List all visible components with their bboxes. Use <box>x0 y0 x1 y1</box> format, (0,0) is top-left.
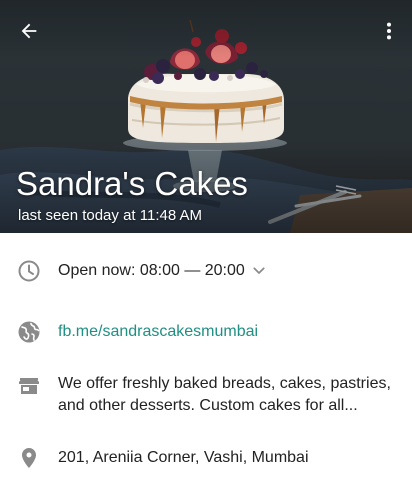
website-row[interactable]: fb.me/sandrascakesmumbai <box>0 313 412 353</box>
business-info-list: Open now: 08:00 — 20:00 fb.me/sandrascak… <box>0 233 412 483</box>
address-row[interactable]: 201, Areniia Corner, Vashi, Mumbai <box>0 441 412 473</box>
clock-icon <box>16 258 42 284</box>
arrow-left-icon <box>21 23 37 39</box>
business-hours-row[interactable]: Open now: 08:00 — 20:00 <box>0 251 412 291</box>
business-address: 201, Areniia Corner, Vashi, Mumbai <box>58 449 309 466</box>
description-row: We offer freshly baked breads, cakes, pa… <box>0 369 412 429</box>
website-link[interactable]: fb.me/sandrascakesmumbai <box>58 321 398 343</box>
more-vert-icon <box>386 22 392 40</box>
chevron-down-icon[interactable] <box>250 262 268 280</box>
business-description: We offer freshly baked breads, cakes, pa… <box>58 375 391 414</box>
business-hours-text: Open now: 08:00 — 20:00 <box>58 262 245 279</box>
location-pin-icon <box>16 445 42 471</box>
back-button[interactable] <box>12 14 46 48</box>
profile-header: Sandra's Cakes last seen today at 11:48 … <box>0 0 412 233</box>
last-seen-status: last seen today at 11:48 AM <box>18 207 203 224</box>
profile-name: Sandra's Cakes <box>16 165 248 202</box>
globe-icon <box>16 319 42 345</box>
more-options-button[interactable] <box>372 14 406 48</box>
store-icon <box>16 373 42 399</box>
